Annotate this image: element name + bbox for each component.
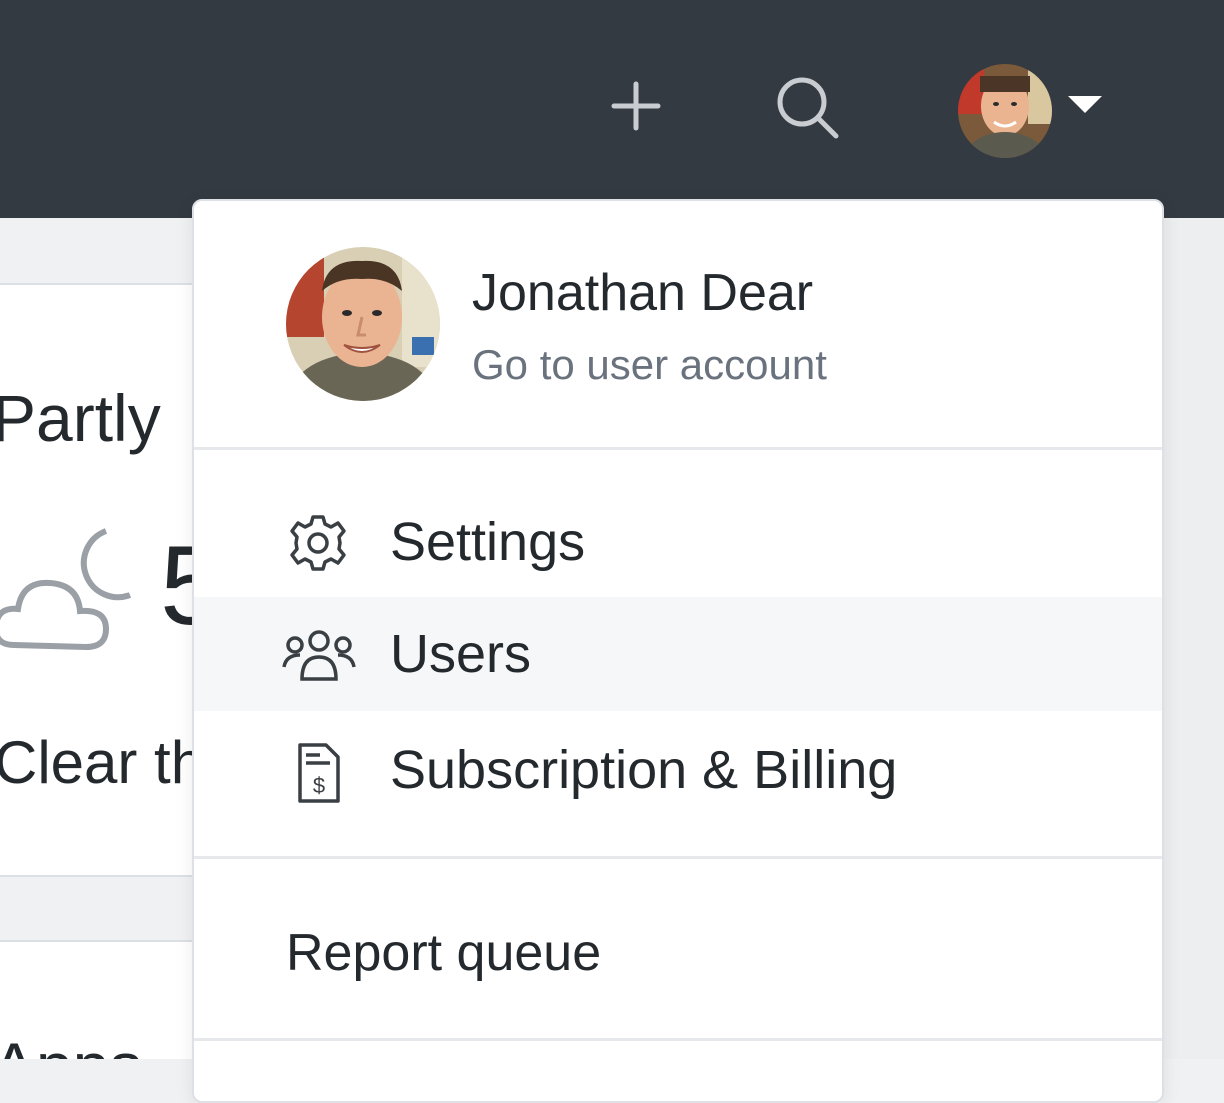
menu-divider xyxy=(194,856,1162,859)
weather-title: Partly xyxy=(0,381,161,455)
menu-item-settings[interactable]: Settings xyxy=(194,485,1162,599)
dropdown-header: Jonathan Dear Go to user account xyxy=(194,201,1162,450)
user-dropdown-menu: Jonathan Dear Go to user account Setting… xyxy=(192,199,1164,1103)
user-account-link[interactable]: Go to user account xyxy=(472,341,827,389)
menu-item-subscription-billing[interactable]: $ Subscription & Billing xyxy=(194,713,1162,827)
user-avatar[interactable] xyxy=(958,64,1052,158)
right-background xyxy=(1162,218,1224,1059)
menu-divider xyxy=(194,1038,1162,1041)
menu-item-report-queue[interactable]: Report queue xyxy=(194,901,1162,1011)
user-name: Jonathan Dear xyxy=(472,264,814,322)
weather-description: Clear thr xyxy=(0,729,193,796)
menu-item-label: Settings xyxy=(390,512,586,572)
apps-title: Apps xyxy=(0,1028,142,1059)
invoice-dollar-icon: $ xyxy=(286,741,350,803)
gear-icon xyxy=(286,513,350,573)
menu-item-users[interactable]: Users xyxy=(194,597,1162,711)
weather-temperature: 5 xyxy=(160,523,193,648)
search-icon[interactable] xyxy=(774,74,842,142)
background-content: Partly 5 Clear thr Apps xyxy=(0,218,193,1059)
caret-down-icon[interactable] xyxy=(1068,96,1102,113)
menu-item-label: Subscription & Billing xyxy=(390,740,898,800)
partly-cloudy-night-icon xyxy=(0,525,140,660)
user-avatar-large[interactable] xyxy=(286,247,440,401)
users-icon xyxy=(282,625,356,685)
top-navbar xyxy=(0,0,1224,218)
menu-item-label: Users xyxy=(390,624,532,684)
plus-icon[interactable] xyxy=(610,80,662,132)
menu-item-label: Report queue xyxy=(286,924,602,982)
svg-text:$: $ xyxy=(313,773,325,798)
